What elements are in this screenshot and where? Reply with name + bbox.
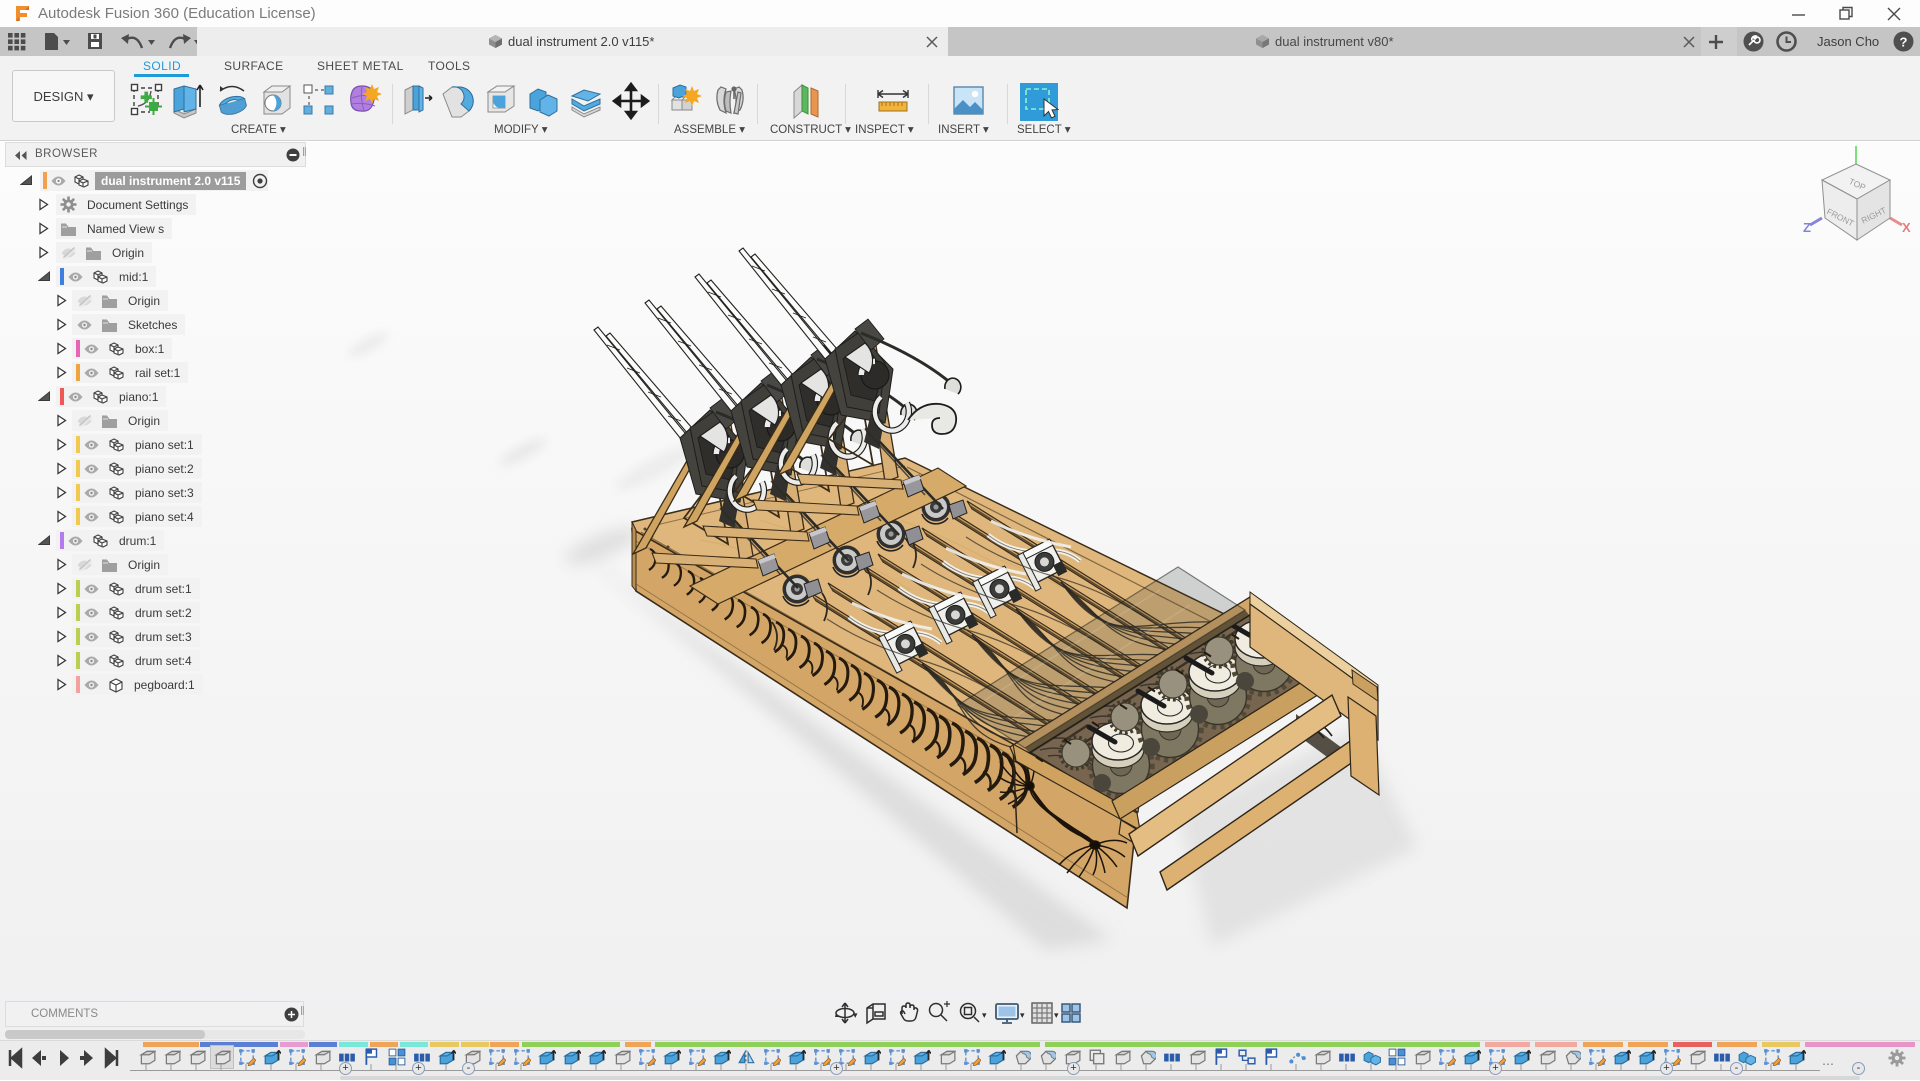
svg-text:X: X	[1902, 220, 1911, 235]
svg-text:▾: ▾	[1054, 1010, 1059, 1020]
svg-text:?: ?	[1900, 35, 1908, 50]
svg-text:▾: ▾	[982, 1010, 987, 1020]
svg-text:▾: ▾	[853, 1010, 858, 1020]
svg-text:▾: ▾	[1020, 1010, 1025, 1020]
svg-text:Z: Z	[1803, 220, 1811, 235]
